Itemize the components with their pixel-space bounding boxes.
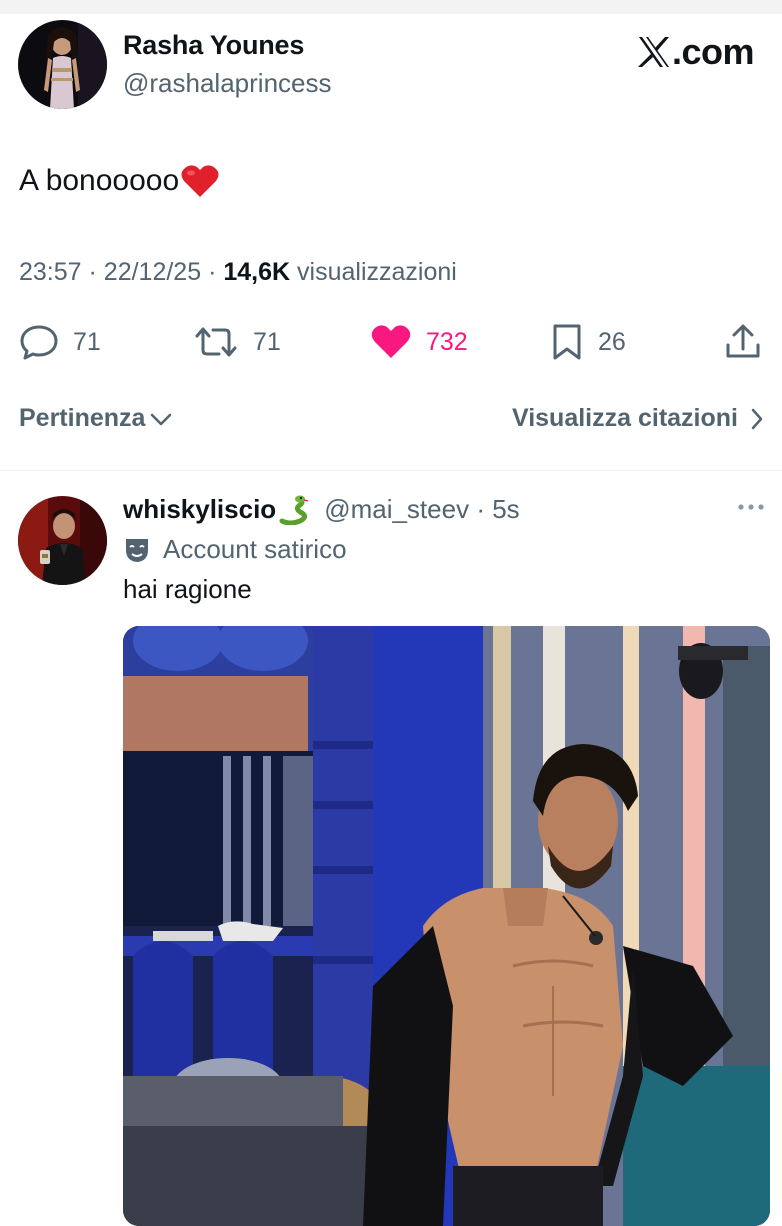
bookmark-button[interactable]: 26 (550, 320, 626, 364)
chevron-down-icon (151, 413, 172, 425)
reply-avatar[interactable] (18, 496, 107, 585)
reply-author-handle[interactable]: @mai_steev (324, 494, 469, 525)
x-logo: .com (637, 31, 755, 72)
meta-separator: · (88, 258, 97, 286)
bookmark-count: 26 (598, 327, 626, 356)
reply-count: 71 (73, 327, 101, 356)
reply-time[interactable]: 5s (492, 494, 519, 525)
divider (0, 470, 782, 471)
reply-author-name[interactable]: whiskyliscio (123, 494, 276, 525)
share-icon (726, 324, 760, 358)
author-name[interactable]: Rasha Younes (123, 30, 304, 61)
meta-separator: · (208, 258, 217, 286)
views-count: 14,6K (223, 258, 291, 286)
reply-media[interactable] (123, 626, 770, 1226)
like-count: 732 (426, 327, 468, 356)
reply-button[interactable]: 71 (19, 320, 101, 364)
repost-button[interactable]: 71 (193, 320, 281, 364)
heart-filled-icon (371, 325, 411, 358)
tweet-text: A bonooooo (19, 164, 219, 198)
reply-text: hai ragione (123, 574, 252, 604)
satire-badge: Account satirico (123, 534, 347, 565)
repost-icon (195, 327, 237, 357)
author-handle[interactable]: @rashalaprincess (123, 68, 331, 99)
views-label: visualizzazioni (297, 258, 457, 286)
author-avatar[interactable] (18, 20, 107, 109)
meta-separator: · (469, 494, 493, 524)
tweet-time[interactable]: 23:57 (19, 258, 82, 286)
snake-icon (279, 495, 309, 525)
chevron-right-icon (751, 408, 763, 429)
x-icon (637, 37, 669, 67)
view-quotes-link[interactable]: Visualizza citazioni (512, 404, 764, 433)
reply-icon (20, 325, 58, 360)
quotes-label: Visualizza citazioni (511, 404, 738, 432)
tweet-date[interactable]: 22/12/25 (104, 258, 201, 286)
tweet-body: A bonooooo (19, 164, 180, 197)
theater-mask-icon (126, 538, 148, 562)
relevance-label: Pertinenza (19, 404, 146, 432)
satire-label: Account satirico (163, 534, 347, 564)
top-strip (0, 0, 782, 14)
more-options-button[interactable] (736, 500, 766, 518)
more-icon (738, 504, 764, 510)
tweet-actions: 71 71 732 26 (0, 320, 782, 364)
repost-count: 71 (253, 327, 281, 356)
replies-sort-bar: Pertinenza Visualizza citazioni (0, 404, 782, 444)
tweet-meta: 23:57 · 22/12/25 · 14,6K visualizzazioni (19, 258, 457, 287)
share-button[interactable] (724, 320, 762, 364)
reply-header: whiskyliscio @mai_steev · 5s (123, 494, 520, 525)
relevance-sort-button[interactable]: Pertinenza (19, 404, 173, 433)
red-heart-icon (181, 165, 219, 197)
like-button[interactable]: 732 (370, 320, 468, 364)
logo-text: .com (671, 31, 755, 72)
bookmark-icon (553, 324, 581, 360)
